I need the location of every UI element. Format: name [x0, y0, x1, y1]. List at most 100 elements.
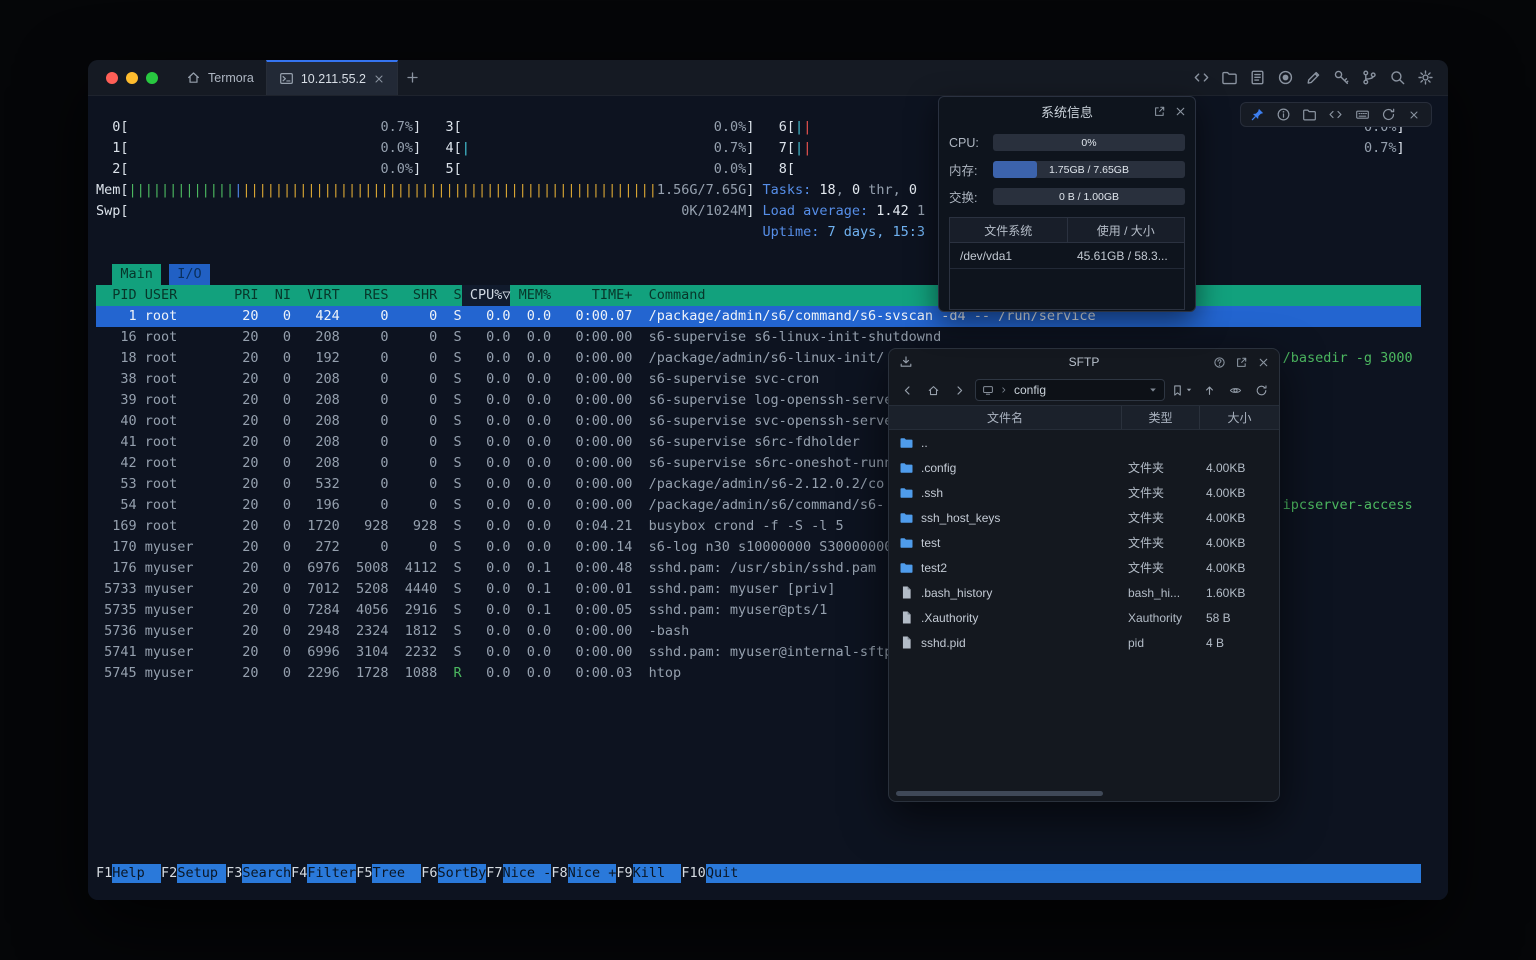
bookmark-split-button[interactable] — [1171, 384, 1193, 397]
fn-action-f7[interactable]: Nice - — [503, 864, 552, 883]
keyboard-button[interactable] — [1355, 107, 1370, 122]
search-button[interactable] — [1389, 69, 1406, 86]
meter-block: 0[ 0.7%] 3[ 0.0%] 6[|| 0.0%] 0.0%] 1[ 0.… — [96, 117, 1448, 264]
sftp-title: SFTP — [1069, 355, 1100, 369]
files-button[interactable] — [1302, 107, 1317, 122]
col-header-res[interactable]: RES — [340, 285, 389, 306]
path-selector[interactable]: config — [975, 379, 1165, 401]
file-name: .. — [921, 436, 928, 450]
fn-action-f1[interactable]: Help — [112, 864, 161, 883]
chevron-down-icon[interactable] — [1148, 385, 1158, 395]
col-header-filesystem: 文件系统 — [950, 218, 1068, 242]
keyboard-icon — [1355, 107, 1370, 122]
col-header-pri[interactable]: PRI — [218, 285, 259, 306]
terminal-text-fragment: ipcserver-access — [1283, 495, 1413, 516]
file-type: 文件夹 — [1121, 559, 1199, 576]
sftp-file-row[interactable]: test文件夹4.00KB — [889, 530, 1279, 555]
pin-button[interactable] — [1250, 107, 1265, 122]
back-button[interactable] — [897, 380, 917, 400]
tab-ssh-session[interactable]: 10.211.55.2 — [266, 60, 398, 95]
home-button[interactable] — [923, 380, 943, 400]
fn-action-f5[interactable]: Tree — [372, 864, 421, 883]
col-header-cpu-sort[interactable]: CPU%▽ — [462, 285, 511, 306]
htop-tab-main[interactable]: Main — [112, 264, 161, 285]
col-header-type[interactable]: 类型 — [1121, 406, 1199, 429]
col-header-state[interactable]: S — [437, 285, 461, 306]
show-hidden-button[interactable] — [1225, 380, 1245, 400]
horizontal-scrollbar[interactable] — [896, 791, 1272, 796]
sftp-rows: ...config文件夹4.00KB.ssh文件夹4.00KBssh_host_… — [889, 430, 1279, 655]
sftp-file-row[interactable]: ssh_host_keys文件夹4.00KB — [889, 505, 1279, 530]
code-snippets-button[interactable] — [1193, 69, 1210, 86]
scrollbar-thumb[interactable] — [896, 791, 1103, 796]
terminal-line: 1[ 0.0%] 4[| 0.7%] 7[|| 0.7%] 0.7%] — [96, 138, 1448, 159]
sftp-file-row[interactable]: .config文件夹4.00KB — [889, 455, 1279, 480]
fn-key-f3: F3 — [226, 864, 242, 883]
sftp-file-row[interactable]: .XauthorityXauthority58 B — [889, 605, 1279, 630]
new-tab-button[interactable] — [398, 60, 428, 95]
upload-button[interactable] — [1199, 380, 1219, 400]
settings-button[interactable] — [1417, 69, 1434, 86]
file-name: test2 — [921, 561, 947, 575]
close-window-button[interactable] — [106, 72, 118, 84]
process-row[interactable]: 1root20042400S0.00.00:00.07/package/admi… — [96, 306, 1421, 327]
memory-progress-text: 1.75GB / 7.65GB — [993, 161, 1185, 178]
folder-icon — [899, 510, 914, 525]
fn-action-f8[interactable]: Nice + — [568, 864, 617, 883]
folder-button[interactable] — [1221, 69, 1238, 86]
col-header-user[interactable]: USER — [137, 285, 218, 306]
help-icon[interactable] — [1213, 356, 1226, 369]
col-header-mem[interactable]: MEM% — [510, 285, 551, 306]
close-icon[interactable] — [1257, 356, 1270, 369]
reconnect-button[interactable] — [1381, 107, 1396, 122]
swap-progress-text: 0 B / 1.00GB — [993, 188, 1185, 205]
terminal-line: Mem[||||||||||||||||||||||||||||||||||||… — [96, 180, 1448, 201]
fn-key-f1: F1 — [96, 864, 112, 883]
process-row[interactable]: 16root20020800S0.00.00:00.00s6-supervise… — [96, 327, 1421, 348]
forward-button[interactable] — [949, 380, 969, 400]
fn-action-f10[interactable]: Quit — [706, 864, 1421, 883]
sftp-titlebar[interactable]: SFTP — [889, 349, 1279, 375]
fn-action-f6[interactable]: SortBy — [438, 864, 487, 883]
col-header-pid[interactable]: PID — [96, 285, 137, 306]
htop-tab-io[interactable]: I/O — [169, 264, 210, 285]
sftp-file-row[interactable]: test2文件夹4.00KB — [889, 555, 1279, 580]
terminal-line: Swp[ 0K/1024M] Load average: 1.42 1 — [96, 201, 1448, 222]
col-header-virt[interactable]: VIRT — [291, 285, 340, 306]
sftp-file-row[interactable]: .. — [889, 430, 1279, 455]
fn-action-f9[interactable]: Kill — [633, 864, 682, 883]
open-in-window-icon[interactable] — [1153, 105, 1166, 118]
filesystem-row[interactable]: /dev/vda1 45.61GB / 58.3... — [950, 243, 1184, 269]
fn-action-f2[interactable]: Setup — [177, 864, 226, 883]
info-button[interactable] — [1276, 107, 1291, 122]
tab-termora-home[interactable]: Termora — [174, 60, 266, 95]
col-header-shr[interactable]: SHR — [389, 285, 438, 306]
col-header-filename[interactable]: 文件名 — [889, 406, 1121, 429]
close-panel-button[interactable] — [1407, 107, 1422, 122]
col-header-ni[interactable]: NI — [259, 285, 292, 306]
file-name: ssh_host_keys — [921, 511, 1000, 525]
zoom-window-button[interactable] — [146, 72, 158, 84]
macro-record-button[interactable] — [1277, 69, 1294, 86]
tab-session-label: 10.211.55.2 — [301, 72, 366, 86]
refresh-button[interactable] — [1251, 380, 1271, 400]
transfers-icon[interactable] — [899, 355, 913, 369]
sftp-file-row[interactable]: sshd.pidpid4 B — [889, 630, 1279, 655]
key-manager-button[interactable] — [1333, 69, 1350, 86]
close-icon[interactable] — [1174, 105, 1187, 118]
fn-action-f3[interactable]: Search — [242, 864, 291, 883]
close-tab-icon[interactable] — [373, 73, 385, 85]
file-icon — [899, 585, 914, 600]
open-in-window-icon[interactable] — [1235, 356, 1248, 369]
file-name: sshd.pid — [921, 636, 966, 650]
edit-button[interactable] — [1305, 69, 1322, 86]
minimize-window-button[interactable] — [126, 72, 138, 84]
log-button[interactable] — [1249, 69, 1266, 86]
fn-action-f4[interactable]: Filter — [307, 864, 356, 883]
sftp-file-row[interactable]: .ssh文件夹4.00KB — [889, 480, 1279, 505]
col-header-time[interactable]: TIME+ — [551, 285, 632, 306]
sftp-file-row[interactable]: .bash_historybash_hi...1.60KB — [889, 580, 1279, 605]
col-header-size[interactable]: 大小 — [1199, 406, 1279, 429]
port-forward-button[interactable] — [1361, 69, 1378, 86]
snippets-button[interactable] — [1328, 107, 1343, 122]
